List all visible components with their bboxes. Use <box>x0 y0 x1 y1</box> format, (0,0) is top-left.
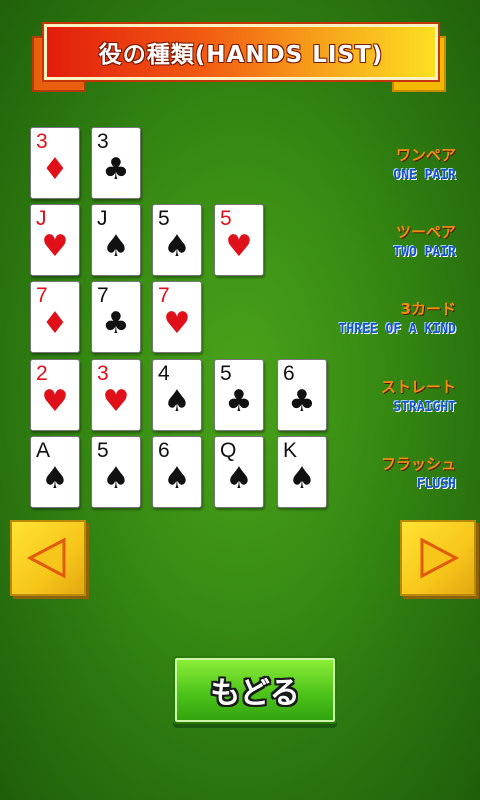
playing-card: 5 ♣ <box>214 359 264 431</box>
hand-name-jp: ツーペア <box>395 223 456 241</box>
playing-card: A ♠ <box>30 436 80 508</box>
card-suit-icon: ♣ <box>102 306 130 341</box>
prev-page-button[interactable] <box>10 520 86 596</box>
right-triangle-icon <box>420 537 460 579</box>
card-rank: 5 <box>97 439 109 462</box>
card-rank: 3 <box>97 362 109 385</box>
card-rank: 6 <box>283 362 295 385</box>
playing-card: 7 ♣ <box>91 281 141 353</box>
card-rank: 5 <box>158 207 170 230</box>
card-rank: J <box>36 207 47 230</box>
title-banner: 役の種類(HANDS LIST) <box>32 22 446 92</box>
card-suit-icon: ♥ <box>225 229 253 264</box>
card-rank: 2 <box>36 362 48 385</box>
playing-card: 2 ♥ <box>30 359 80 431</box>
card-suit-icon: ♠ <box>163 384 191 419</box>
card-suit-icon: ♠ <box>102 461 130 496</box>
playing-card: 4 ♠ <box>152 359 202 431</box>
card-rank: 7 <box>97 284 109 307</box>
card-suit-icon: ♦ <box>41 306 69 341</box>
card-suit-icon: ♥ <box>41 229 69 264</box>
playing-card: J ♠ <box>91 204 141 276</box>
hand-name-jp: ワンペア <box>395 146 456 164</box>
card-suit-icon: ♠ <box>41 461 69 496</box>
playing-card: 5 ♠ <box>152 204 202 276</box>
card-suit-icon: ♠ <box>102 229 130 264</box>
title-bar: 役の種類(HANDS LIST) <box>44 24 438 80</box>
hand-name-en: FLUSH <box>416 477 456 492</box>
playing-card: Q ♠ <box>214 436 264 508</box>
card-rank: A <box>36 439 51 462</box>
card-rank: 7 <box>158 284 170 307</box>
card-suit-icon: ♣ <box>288 384 316 419</box>
playing-card: J ♥ <box>30 204 80 276</box>
hand-name-jp: 3カード <box>400 300 456 318</box>
card-suit-icon: ♠ <box>163 461 191 496</box>
hand-name-jp: ストレート <box>380 378 456 396</box>
card-rank: Q <box>220 439 237 462</box>
hand-name-en: THREE OF A KIND <box>338 322 456 337</box>
card-suit-icon: ♠ <box>163 229 191 264</box>
playing-card: 3 ♥ <box>91 359 141 431</box>
card-suit-icon: ♠ <box>225 461 253 496</box>
page-title: 役の種類(HANDS LIST) <box>98 42 384 68</box>
playing-card: 6 ♠ <box>152 436 202 508</box>
card-suit-icon: ♥ <box>41 384 69 419</box>
playing-card: 7 ♦ <box>30 281 80 353</box>
playing-card: 3 ♦ <box>30 127 80 199</box>
card-suit-icon: ♣ <box>102 152 130 187</box>
card-suit-icon: ♥ <box>102 384 130 419</box>
playing-card: 6 ♣ <box>277 359 327 431</box>
card-suit-icon: ♠ <box>288 461 316 496</box>
card-suit-icon: ♥ <box>163 306 191 341</box>
back-button[interactable]: もどる <box>173 656 337 724</box>
card-suit-icon: ♦ <box>41 152 69 187</box>
hand-name-en: STRAIGHT <box>393 400 456 415</box>
card-rank: 3 <box>97 130 109 153</box>
playing-card: 5 ♥ <box>214 204 264 276</box>
hand-name-jp: フラッシュ <box>380 455 456 473</box>
card-suit-icon: ♣ <box>225 384 253 419</box>
back-button-label: もどる <box>210 676 300 711</box>
card-rank: 5 <box>220 362 232 385</box>
card-rank: 6 <box>158 439 170 462</box>
playing-card: 5 ♠ <box>91 436 141 508</box>
playing-card: K ♠ <box>277 436 327 508</box>
playing-card: 7 ♥ <box>152 281 202 353</box>
card-rank: 3 <box>36 130 48 153</box>
playing-card: 3 ♣ <box>91 127 141 199</box>
next-page-button[interactable] <box>400 520 476 596</box>
card-rank: 4 <box>158 362 170 385</box>
card-rank: 5 <box>220 207 232 230</box>
hand-name-en: ONE PAIR <box>393 168 456 183</box>
card-rank: K <box>283 439 298 462</box>
card-rank: J <box>97 207 108 230</box>
hand-name-en: TWO PAIR <box>393 245 456 260</box>
card-rank: 7 <box>36 284 48 307</box>
left-triangle-icon <box>26 537 66 579</box>
